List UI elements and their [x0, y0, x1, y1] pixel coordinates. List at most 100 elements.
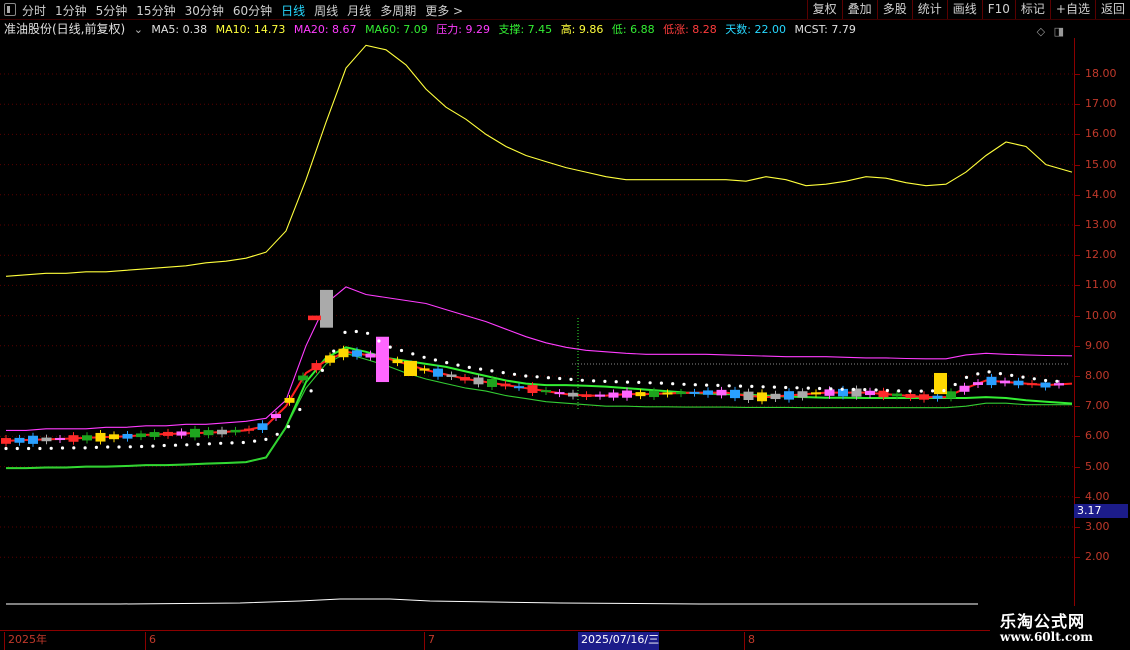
add-watchlist-button[interactable]: +自选: [1049, 0, 1095, 19]
mcst-dot: [953, 382, 957, 387]
mcst-dot: [479, 367, 483, 371]
candle-body: [433, 368, 443, 377]
candle-body: [82, 435, 92, 441]
price-tick-mark: [1075, 104, 1080, 106]
mcst-dot: [15, 446, 19, 451]
tab-monthly[interactable]: 月线: [347, 2, 371, 19]
ma5-value: MA5: 0.38: [151, 23, 208, 36]
candle-body: [460, 377, 470, 381]
mcst-dot: [1021, 375, 1025, 379]
mcst-dot: [162, 443, 166, 448]
fuquan-button[interactable]: 复权: [806, 0, 842, 19]
date-label-june: 6: [145, 632, 156, 650]
watermark-url: www.60lt.com: [1000, 630, 1093, 644]
price-tick-mark: [1075, 527, 1080, 528]
candle-body-large: [320, 289, 333, 328]
mcst-dot: [524, 374, 528, 378]
candle-body: [1054, 383, 1064, 386]
mark-button[interactable]: 标记: [1014, 0, 1050, 19]
candle-body: [905, 394, 916, 398]
tab-more[interactable]: 更多 >: [425, 2, 463, 19]
mcst-dot: [625, 380, 630, 384]
candle-body: [986, 376, 997, 386]
overlay-button[interactable]: 叠加: [841, 0, 877, 19]
price-tick-mark: [1075, 376, 1080, 377]
f10-button[interactable]: F10: [981, 0, 1015, 19]
mcst-dot: [648, 381, 652, 385]
multi-stock-button[interactable]: 多股: [876, 0, 912, 19]
price-tick: 3.00: [1085, 520, 1110, 533]
candle-body: [527, 385, 538, 393]
candle-body: [500, 383, 511, 387]
price-tick-mark: [1075, 345, 1080, 347]
kline-chart[interactable]: [0, 38, 1074, 630]
mcst-dot: [772, 385, 777, 389]
candle-body: [554, 392, 565, 395]
tab-1min[interactable]: 1分钟: [55, 2, 87, 19]
price-axis: 18.00 17.00 16.00 15.00 14.00 13.00 12.00 11.00…: [1074, 38, 1130, 630]
candle-body: [608, 392, 619, 398]
tab-30min[interactable]: 30分钟: [185, 2, 224, 19]
stock-title[interactable]: 准油股份(日线,前复权): [4, 20, 125, 38]
candle-body: [676, 392, 686, 395]
app-menu-icon[interactable]: [4, 3, 16, 16]
candle-body: [325, 355, 335, 363]
price-tick: 6.00: [1085, 429, 1110, 443]
mcst-dot: [1044, 378, 1048, 383]
indicator-dropdown-icon[interactable]: ⌄: [134, 21, 143, 39]
statistics-button[interactable]: 统计: [911, 0, 947, 19]
candle-body: [257, 423, 268, 430]
tab-weekly[interactable]: 周线: [314, 2, 338, 19]
mcst-dot: [196, 442, 200, 446]
tab-daily[interactable]: 日线: [281, 2, 305, 19]
price-tick-mark: [1075, 74, 1080, 75]
action-buttons: 复权 叠加 多股 统计 画线 F10 标记 +自选 返回: [806, 0, 1130, 20]
mcst-dot: [411, 352, 415, 356]
mcst-dot: [27, 446, 31, 451]
candle-body: [109, 434, 119, 440]
tab-fenshi[interactable]: 分时: [22, 2, 46, 19]
draw-line-button[interactable]: 画线: [946, 0, 982, 19]
mcst-dot: [738, 384, 743, 388]
mcst-dot: [286, 425, 291, 429]
mcst-dot: [919, 389, 923, 393]
price-tick: 12.00: [1085, 248, 1117, 262]
period-tabs: 分时 1分钟 5分钟 15分钟 30分钟 60分钟 日线 周线 月线 多周期 更…: [22, 0, 472, 20]
mcst-dot: [569, 377, 573, 381]
mcst-dot: [456, 363, 460, 367]
mcst-dot: [558, 376, 562, 381]
price-tick: 2.00: [1085, 550, 1110, 564]
tab-15min[interactable]: 15分钟: [136, 2, 175, 19]
mcst-dot: [207, 442, 211, 446]
mcst-dot: [761, 385, 765, 389]
back-button[interactable]: 返回: [1094, 0, 1130, 19]
high-value: 高: 9.86: [560, 23, 604, 36]
candle-body: [365, 353, 376, 358]
candle-body: [1040, 382, 1051, 388]
mcst-value: MCST: 7.79: [794, 23, 856, 36]
price-tick: 15.00: [1085, 157, 1117, 171]
candle-body: [919, 394, 929, 400]
tab-5min[interactable]: 5分钟: [96, 2, 128, 19]
mcst-dot: [219, 441, 223, 445]
mcst-dot: [829, 387, 833, 391]
mcst-dot: [140, 444, 144, 449]
date-label-august: 8: [744, 632, 755, 650]
candle-body: [311, 363, 322, 371]
tab-multi-period[interactable]: 多周期: [380, 2, 416, 19]
price-tick: 17.00: [1085, 97, 1117, 111]
tab-60min[interactable]: 60分钟: [233, 2, 272, 19]
mcst-dot: [546, 376, 551, 380]
candle-body: [41, 437, 52, 442]
price-tick-mark: [1075, 315, 1080, 317]
candle-body: [473, 377, 484, 385]
mcst-dot: [750, 384, 754, 388]
price-tick-mark: [1075, 436, 1080, 438]
candle-body: [68, 435, 79, 442]
mcst-dot: [185, 443, 189, 447]
candle-body: [811, 392, 821, 395]
mcst-dot: [433, 358, 437, 362]
price-tick: 10.00: [1085, 308, 1117, 322]
candle-body: [892, 393, 902, 397]
candle-body: [649, 390, 659, 398]
